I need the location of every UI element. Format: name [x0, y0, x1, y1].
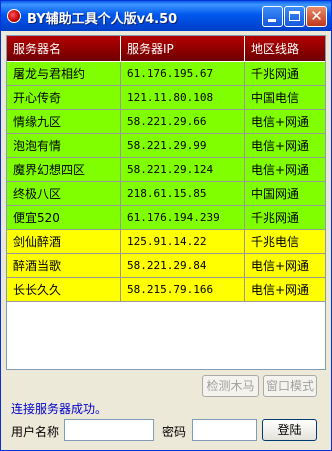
- minimize-icon: [268, 19, 276, 22]
- server-ip-cell: 58.221.29.124: [120, 157, 245, 182]
- server-region-cell: 电信+网通: [244, 277, 325, 302]
- server-name-cell: 魔界幻想四区: [7, 157, 121, 182]
- table-row[interactable]: 长长久久 58.215.79.166 电信+网通: [7, 277, 325, 302]
- app-logo-icon: [7, 9, 21, 23]
- server-ip-cell: 58.215.79.166: [120, 277, 245, 302]
- login-button[interactable]: 登陆: [262, 419, 317, 441]
- server-region-cell: 中国电信: [244, 85, 325, 110]
- server-region-cell: 千兆网通: [244, 61, 325, 86]
- table-row[interactable]: 魔界幻想四区 58.221.29.124 电信+网通: [7, 157, 325, 182]
- table-row[interactable]: 开心传奇 121.11.80.108 中国电信: [7, 85, 325, 110]
- server-ip-cell: 218.61.15.85: [120, 181, 245, 206]
- server-ip-cell: 121.11.80.108: [120, 85, 245, 110]
- maximize-button[interactable]: [284, 6, 305, 27]
- maximize-icon: [289, 11, 300, 21]
- server-name-cell: 剑仙醉酒: [7, 229, 121, 254]
- close-button[interactable]: ✕: [306, 6, 327, 27]
- server-ip-cell: 61.176.194.239: [120, 205, 245, 230]
- server-region-cell: 千兆网通: [244, 205, 325, 230]
- title-bar[interactable]: BY辅助工具个人版v4.50 ✕: [1, 1, 331, 31]
- column-header-ip[interactable]: 服务器IP: [120, 36, 245, 62]
- server-region-cell: 电信+网通: [244, 109, 325, 134]
- table-row[interactable]: 情缘九区 58.221.29.66 电信+网通: [7, 109, 325, 134]
- app-window: BY辅助工具个人版v4.50 ✕ 服务器名 服务器IP 地区线路 屠龙与君相约 6…: [0, 0, 332, 451]
- minimize-button[interactable]: [262, 6, 283, 27]
- table-row[interactable]: 终极八区 218.61.15.85 中国网通: [7, 181, 325, 206]
- server-name-cell: 情缘九区: [7, 109, 121, 134]
- server-name-cell: 长长久久: [7, 277, 121, 302]
- table-row[interactable]: 醉酒当歌 58.221.29.84 电信+网通: [7, 253, 325, 278]
- status-message: 连接服务器成功。: [11, 402, 108, 416]
- window-title: BY辅助工具个人版v4.50: [27, 12, 178, 27]
- username-input[interactable]: [64, 419, 154, 441]
- server-name-cell: 终极八区: [7, 181, 121, 206]
- table-row[interactable]: 屠龙与君相约 61.176.195.67 千兆网通: [7, 61, 325, 86]
- server-region-cell: 中国网通: [244, 181, 325, 206]
- server-name-cell: 醉酒当歌: [7, 253, 121, 278]
- table-header: 服务器名 服务器IP 地区线路: [7, 36, 325, 62]
- close-icon: ✕: [310, 7, 323, 25]
- table-row[interactable]: 泡泡有情 58.221.29.99 电信+网通: [7, 133, 325, 158]
- server-ip-cell: 58.221.29.66: [120, 109, 245, 134]
- table-row[interactable]: 便宜520 61.176.194.239 千兆网通: [7, 205, 325, 230]
- table-row[interactable]: 剑仙醉酒 125.91.14.22 千兆电信: [7, 229, 325, 254]
- server-name-cell: 开心传奇: [7, 85, 121, 110]
- server-region-cell: 电信+网通: [244, 157, 325, 182]
- column-header-name[interactable]: 服务器名: [7, 36, 121, 62]
- server-name-cell: 泡泡有情: [7, 133, 121, 158]
- server-ip-cell: 61.176.195.67: [120, 61, 245, 86]
- server-table: 服务器名 服务器IP 地区线路 屠龙与君相约 61.176.195.67 千兆网通 …: [7, 36, 325, 302]
- server-list[interactable]: 服务器名 服务器IP 地区线路 屠龙与君相约 61.176.195.67 千兆网通 …: [6, 35, 326, 370]
- server-ip-cell: 125.91.14.22: [120, 229, 245, 254]
- detect-trojan-button[interactable]: 检测木马: [202, 375, 259, 397]
- server-region-cell: 电信+网通: [244, 133, 325, 158]
- column-header-region[interactable]: 地区线路: [244, 36, 325, 62]
- username-label: 用户名称: [11, 425, 60, 439]
- password-input[interactable]: [192, 419, 257, 441]
- server-ip-cell: 58.221.29.99: [120, 133, 245, 158]
- server-region-cell: 电信+网通: [244, 253, 325, 278]
- server-ip-cell: 58.221.29.84: [120, 253, 245, 278]
- server-rows: 屠龙与君相约 61.176.195.67 千兆网通 开心传奇 121.11.80.10…: [7, 61, 325, 302]
- server-name-cell: 便宜520: [7, 205, 121, 230]
- server-region-cell: 千兆电信: [244, 229, 325, 254]
- window-mode-button[interactable]: 窗口模式: [263, 375, 317, 397]
- password-label: 密码: [162, 425, 187, 439]
- server-name-cell: 屠龙与君相约: [7, 61, 121, 86]
